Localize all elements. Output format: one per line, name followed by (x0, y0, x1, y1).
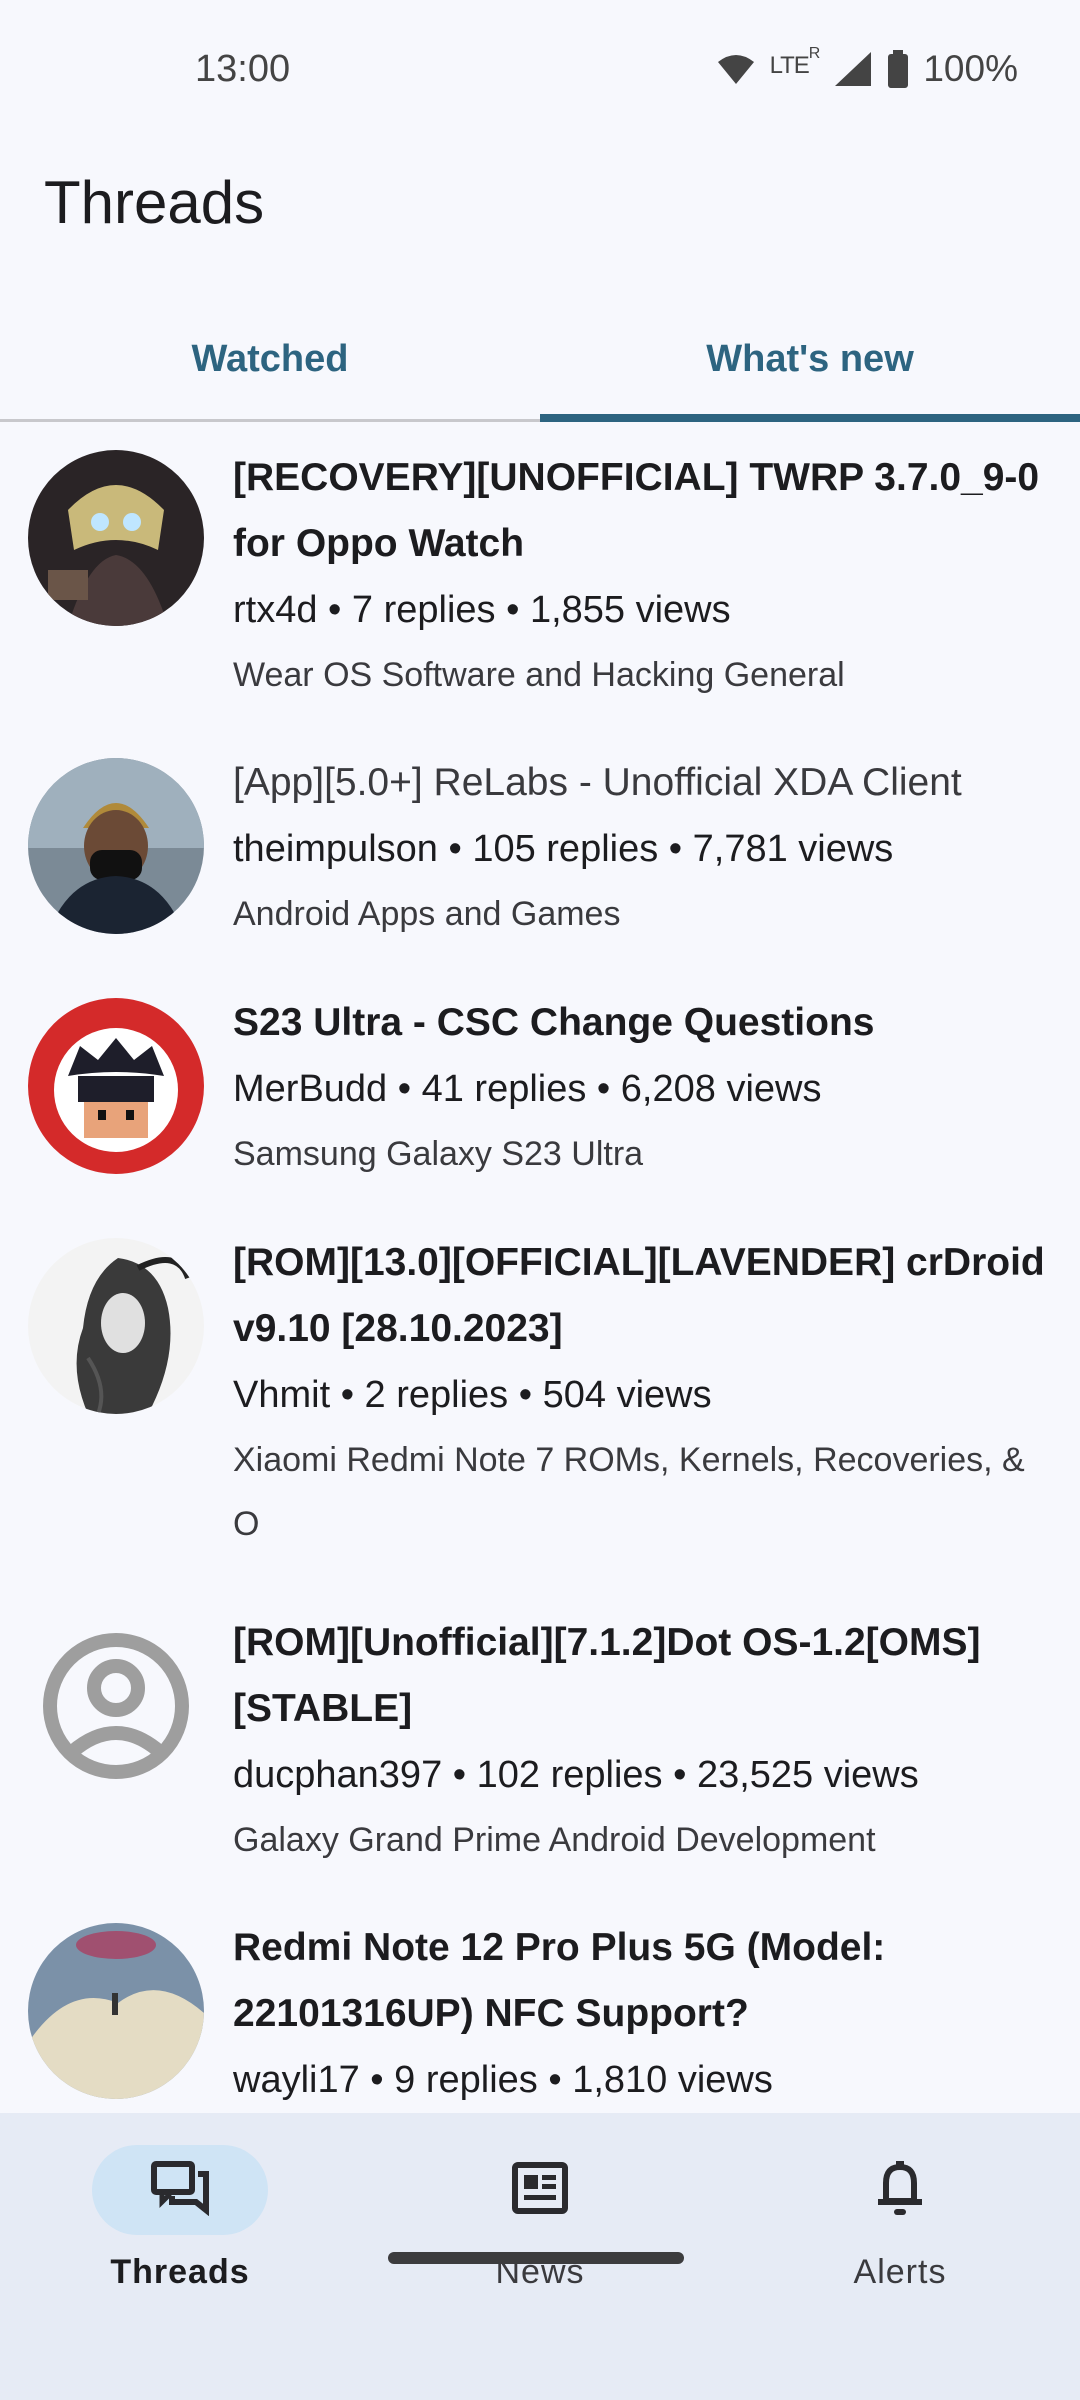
nav-icon-container (812, 2145, 988, 2235)
thread-forum: Wear OS Software and Hacking General (233, 656, 845, 694)
thread-title: [App][5.0+] ReLabs - Unofficial XDA Clie… (233, 761, 962, 804)
home-indicator[interactable] (388, 2252, 684, 2264)
avatar[interactable] (28, 450, 204, 626)
page-title: Threads (44, 169, 265, 236)
thread-forum: Samsung Galaxy S23 Ultra (233, 1135, 644, 1173)
thread-item[interactable]: [App][5.0+] ReLabs - Unofficial XDA Clie… (0, 730, 1080, 970)
thread-content: S23 Ultra - CSC Change Questions MerBudd… (233, 990, 1053, 1186)
wifi-icon (716, 52, 756, 86)
roaming-indicator: R (808, 44, 821, 62)
status-bar: 13:00 LTER 100% (0, 0, 1080, 140)
status-time: 13:00 (195, 48, 291, 90)
screen: 13:00 LTER 100% Threads Watched What's n… (0, 0, 1080, 2400)
avatar[interactable] (28, 758, 204, 934)
forum-icon (150, 2160, 210, 2221)
network-label: LTE (769, 51, 810, 79)
thread-item[interactable]: S23 Ultra - CSC Change Questions MerBudd… (0, 970, 1080, 1210)
avatar-placeholder-icon[interactable] (28, 1618, 204, 1794)
thread-forum: Xiaomi Redmi Note 7 ROMs, Kernels, Recov… (233, 1441, 1025, 1543)
thread-list[interactable]: [RECOVERY][UNOFFICIAL] TWRP 3.7.0_9-0 fo… (0, 425, 1080, 2113)
avatar[interactable] (28, 1923, 204, 2099)
nav-alerts[interactable]: Alerts (720, 2113, 1080, 2313)
tab-watched[interactable]: Watched (0, 300, 540, 419)
thread-forum: Android Apps and Games (233, 895, 621, 933)
status-icons: LTER 100% (716, 45, 1018, 90)
thread-meta: Vhmit • 2 replies • 504 views (233, 1374, 712, 1416)
nav-threads[interactable]: Threads (0, 2113, 360, 2313)
thread-meta: wayli17 • 9 replies • 1,810 views (233, 2059, 773, 2101)
thread-title: [ROM][Unofficial][7.1.2]Dot OS-1.2[OMS][… (233, 1621, 981, 1730)
thread-content: [App][5.0+] ReLabs - Unofficial XDA Clie… (233, 750, 1053, 946)
bell-icon (876, 2159, 924, 2222)
thread-item[interactable]: [ROM][Unofficial][7.1.2]Dot OS-1.2[OMS][… (0, 1590, 1080, 1895)
thread-content: Redmi Note 12 Pro Plus 5G (Model: 221013… (233, 1915, 1053, 2113)
thread-meta: MerBudd • 41 replies • 6,208 views (233, 1068, 822, 1110)
tab-label: What's new (706, 338, 914, 380)
newspaper-icon (512, 2161, 568, 2219)
thread-meta: ducphan397 • 102 replies • 23,525 views (233, 1754, 919, 1796)
signal-icon (833, 50, 873, 88)
thread-item[interactable]: [RECOVERY][UNOFFICIAL] TWRP 3.7.0_9-0 fo… (0, 425, 1080, 730)
thread-content: [ROM][13.0][OFFICIAL][LAVENDER] crDroid … (233, 1230, 1053, 1556)
battery-icon (887, 50, 909, 88)
thread-meta: rtx4d • 7 replies • 1,855 views (233, 589, 731, 631)
thread-title: [ROM][13.0][OFFICIAL][LAVENDER] crDroid … (233, 1241, 1045, 1350)
tab-whats-new[interactable]: What's new (540, 300, 1080, 422)
bottom-navigation: Threads News Alerts (0, 2113, 1080, 2400)
thread-content: [ROM][Unofficial][7.1.2]Dot OS-1.2[OMS][… (233, 1610, 1053, 1872)
avatar[interactable] (28, 998, 204, 1174)
thread-title: [RECOVERY][UNOFFICIAL] TWRP 3.7.0_9-0 fo… (233, 456, 1040, 565)
avatar[interactable] (28, 1238, 204, 1414)
nav-active-indicator (92, 2145, 268, 2235)
thread-forum: Galaxy Grand Prime Android Development (233, 1821, 876, 1859)
thread-title: S23 Ultra - CSC Change Questions (233, 1001, 875, 1044)
nav-label: Threads (110, 2253, 250, 2291)
thread-item[interactable]: [ROM][13.0][OFFICIAL][LAVENDER] crDroid … (0, 1210, 1080, 1590)
thread-content: [RECOVERY][UNOFFICIAL] TWRP 3.7.0_9-0 fo… (233, 445, 1053, 707)
nav-news[interactable]: News (360, 2113, 720, 2313)
nav-label: Alerts (853, 2253, 947, 2291)
tab-bar: Watched What's new (0, 300, 1080, 422)
battery-percent: 100% (923, 48, 1018, 89)
nav-icon-container (452, 2145, 628, 2235)
tab-label: Watched (191, 338, 349, 380)
network-type: LTER (769, 45, 821, 80)
thread-meta: theimpulson • 105 replies • 7,781 views (233, 828, 894, 870)
thread-item[interactable]: Redmi Note 12 Pro Plus 5G (Model: 221013… (0, 1895, 1080, 2113)
thread-title: Redmi Note 12 Pro Plus 5G (Model: 221013… (233, 1926, 886, 2035)
